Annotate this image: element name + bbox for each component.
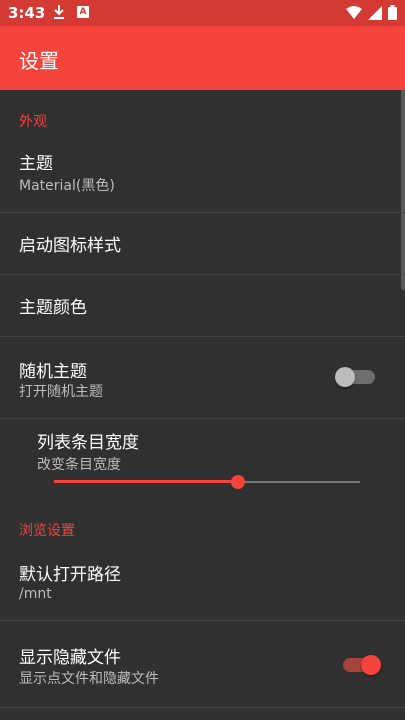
- slider-fill: [54, 480, 238, 483]
- setting-random-theme-subtitle: 打开随机主题: [19, 384, 103, 400]
- setting-random-theme-title: 随机主题: [19, 362, 87, 382]
- page-title: 设置: [19, 49, 59, 73]
- notification-app-icon: A: [77, 6, 89, 18]
- wifi-icon: [346, 5, 362, 19]
- toggle-thumb: [335, 367, 355, 387]
- setting-show-hidden-files[interactable]: 显示隐藏文件 显示点文件和隐藏文件: [0, 621, 405, 707]
- download-icon: [54, 5, 64, 19]
- signal-icon: [368, 5, 382, 20]
- app-bar: 设置: [0, 26, 405, 90]
- section-header-appearance: 外观: [19, 114, 47, 130]
- random-theme-toggle[interactable]: [335, 365, 379, 389]
- setting-launcher-icon-style[interactable]: 启动图标样式: [0, 213, 405, 274]
- divider: [0, 707, 405, 708]
- setting-theme-color[interactable]: 主题颜色: [0, 275, 405, 336]
- setting-launcher-icon-style-title: 启动图标样式: [19, 236, 121, 256]
- setting-theme-subtitle: Material(黑色): [19, 178, 115, 194]
- list-item-width-slider[interactable]: [54, 474, 360, 490]
- setting-list-item-width[interactable]: 列表条目宽度 改变条目宽度: [0, 419, 405, 509]
- battery-icon: [388, 5, 397, 20]
- section-header-browse: 浏览设置: [19, 523, 75, 539]
- setting-theme[interactable]: 主题 Material(黑色): [0, 133, 405, 211]
- settings-list[interactable]: 外观 主题 Material(黑色) 启动图标样式 主题颜色 随机主题 打开随机…: [0, 90, 405, 720]
- setting-show-hidden-files-title: 显示隐藏文件: [19, 648, 121, 668]
- show-hidden-toggle[interactable]: [343, 653, 387, 677]
- status-time: 3:43: [8, 4, 46, 22]
- setting-default-path[interactable]: 默认打开路径 /mnt: [0, 542, 405, 620]
- setting-default-path-title: 默认打开路径: [19, 565, 121, 585]
- setting-list-item-width-subtitle: 改变条目宽度: [37, 457, 121, 473]
- setting-random-theme[interactable]: 随机主题 打开随机主题: [0, 337, 405, 418]
- slider-thumb[interactable]: [231, 475, 245, 489]
- setting-list-item-width-title: 列表条目宽度: [37, 433, 139, 453]
- setting-default-path-subtitle: /mnt: [19, 586, 52, 602]
- status-bar: 3:43 A: [0, 0, 405, 26]
- setting-theme-title: 主题: [19, 154, 53, 174]
- toggle-thumb: [361, 655, 381, 675]
- setting-show-hidden-files-subtitle: 显示点文件和隐藏文件: [19, 671, 159, 687]
- setting-theme-color-title: 主题颜色: [19, 298, 87, 318]
